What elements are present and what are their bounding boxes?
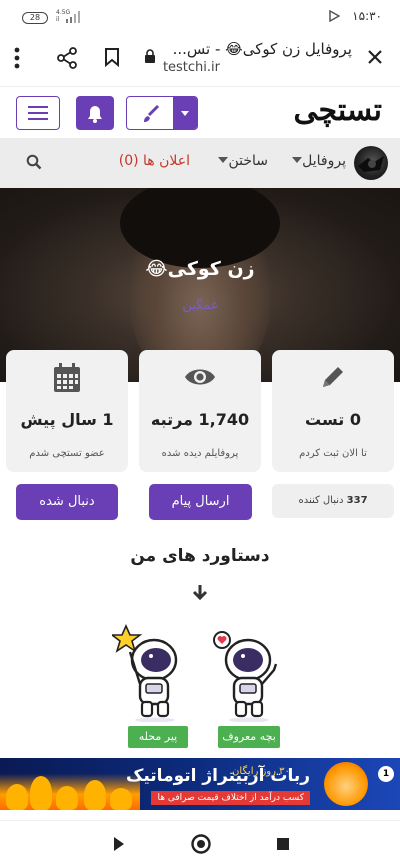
notifications-button[interactable] (76, 96, 114, 130)
stat-label: عضو تستچی شدم (29, 448, 105, 459)
site-header: تستچی (0, 86, 400, 138)
avatar[interactable] (354, 146, 388, 180)
dropdown-arrow[interactable] (173, 97, 197, 129)
stat-label: پروفایلم دیده شده (161, 448, 239, 459)
calendar-icon (54, 363, 80, 392)
pencil-icon (323, 367, 343, 387)
battery-indicator: 28 (22, 12, 48, 24)
astronaut-heart-icon (213, 631, 278, 722)
flame-shape (30, 776, 52, 810)
flame-shape (56, 786, 78, 810)
astronaut-star-icon (112, 624, 178, 722)
notification-icon (329, 10, 340, 22)
ad-badge: 1 (378, 766, 394, 782)
caret-down-icon (181, 111, 189, 116)
bell-icon (88, 106, 102, 123)
followers-count[interactable]: 337 دنبال کننده (272, 484, 394, 518)
more-menu-icon[interactable] (14, 47, 20, 69)
lock-icon[interactable] (144, 49, 156, 63)
bookmark-icon[interactable] (104, 47, 120, 67)
brush-icon (144, 104, 160, 122)
flame-shape (6, 784, 28, 810)
back-icon[interactable] (112, 835, 126, 853)
send-message-button[interactable]: ارسال پیام (149, 484, 252, 520)
stat-value: 0 تست (305, 410, 361, 429)
clock: ۱۵:۳۰ (352, 9, 382, 23)
stat-card-views: 1,740 مرتبه پروفایلم دیده شده (139, 350, 261, 472)
share-icon[interactable] (56, 47, 78, 69)
page-domain[interactable]: testchi.ir (142, 60, 352, 75)
flame-shape (84, 780, 106, 810)
system-navigation-bar (0, 820, 400, 867)
nav-item-profile[interactable]: پروفایل (287, 153, 346, 169)
profile-mood: غمگین (182, 298, 218, 313)
stat-card-membership: 1 سال پیش عضو تستچی شدم (6, 350, 128, 472)
follow-button[interactable]: دنبال شده (16, 484, 118, 520)
eye-icon (185, 369, 215, 385)
main-nav: پروفایل ساختن اعلان ها (0) (0, 138, 400, 188)
chevron-down-icon (218, 157, 229, 163)
stat-value: 1,740 مرتبه (150, 410, 250, 429)
shiba-logo-icon (324, 762, 368, 806)
hamburger-menu-button[interactable] (16, 96, 60, 130)
signal-icon (66, 11, 80, 23)
achievement-badge[interactable]: بچه معروف (218, 726, 280, 748)
recents-icon[interactable] (276, 837, 290, 851)
browser-toolbar: پروفایل زن کوکی😂 - تس... testchi.ir (0, 34, 400, 86)
stat-label: تا الان ثبت کردم (299, 448, 367, 459)
search-icon[interactable] (26, 154, 42, 170)
profile-name: زن کوکی😂 (145, 258, 255, 280)
page-title[interactable]: پروفایل زن کوکی😂 - تس... (142, 40, 352, 58)
arrow-down-icon (192, 585, 208, 600)
ad-banner[interactable]: ۳۰ روز رایگان ربات آربیتراژ اتوماتیک کسب… (0, 758, 400, 810)
stat-card-tests: 0 تست تا الان ثبت کردم (272, 350, 394, 472)
achievements-title: دستاورد های من (130, 546, 270, 566)
create-dropdown-button[interactable] (126, 96, 198, 130)
status-bar: 28 4.5G il ۱۵:۳۰ (0, 0, 400, 34)
home-icon[interactable] (190, 833, 212, 855)
chevron-down-icon (292, 157, 303, 163)
achievement-badge[interactable]: پیر محله (128, 726, 188, 748)
nav-item-create[interactable]: ساختن (213, 153, 268, 169)
flame-shape (110, 788, 132, 810)
nav-item-notifications[interactable]: اعلان ها (0) (119, 153, 190, 169)
site-logo[interactable]: تستچی (293, 93, 382, 128)
ad-headline: ربات آربیتراژ اتوماتیک (125, 766, 310, 786)
stat-value: 1 سال پیش (20, 410, 114, 429)
ad-tagline: کسب درآمد از اختلاف قیمت صرافی ها (151, 791, 310, 805)
close-icon[interactable] (364, 46, 386, 68)
